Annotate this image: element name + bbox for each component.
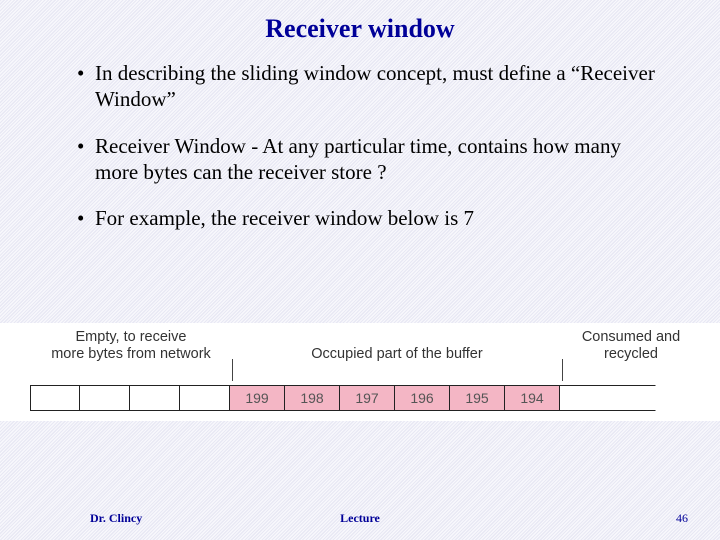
buffer-diagram: Empty, to receive more bytes from networ… [0, 323, 720, 421]
footer-author: Dr. Clincy [90, 511, 142, 526]
divider-line [562, 359, 563, 381]
empty-cell [80, 385, 130, 411]
divider-line [232, 359, 233, 381]
buffer-cells: 199 198 197 196 195 194 [30, 385, 690, 411]
label-consumed-line1: Consumed and [582, 329, 680, 346]
empty-cell [30, 385, 80, 411]
label-consumed-line2: recycled [604, 346, 658, 363]
bullet-item: For example, the receiver window below i… [95, 205, 660, 231]
label-occupied: Occupied part of the buffer [311, 346, 482, 363]
label-empty-line1: Empty, to receive [76, 329, 187, 346]
consumed-region [560, 385, 656, 411]
occupied-cell: 194 [505, 385, 560, 411]
label-empty-line2: more bytes from network [51, 346, 211, 363]
footer-lecture: Lecture [340, 511, 380, 526]
bullet-item: Receiver Window - At any particular time… [95, 133, 660, 186]
occupied-cell: 196 [395, 385, 450, 411]
slide-title: Receiver window [0, 0, 720, 44]
bullet-list: In describing the sliding window concept… [0, 44, 720, 231]
empty-cell [180, 385, 230, 411]
occupied-cell: 198 [285, 385, 340, 411]
footer-page-number: 46 [676, 511, 688, 526]
occupied-cell: 199 [230, 385, 285, 411]
empty-cell [130, 385, 180, 411]
occupied-cell: 197 [340, 385, 395, 411]
occupied-cell: 195 [450, 385, 505, 411]
slide-footer: Dr. Clincy Lecture 46 [0, 511, 720, 526]
bullet-item: In describing the sliding window concept… [95, 60, 660, 113]
